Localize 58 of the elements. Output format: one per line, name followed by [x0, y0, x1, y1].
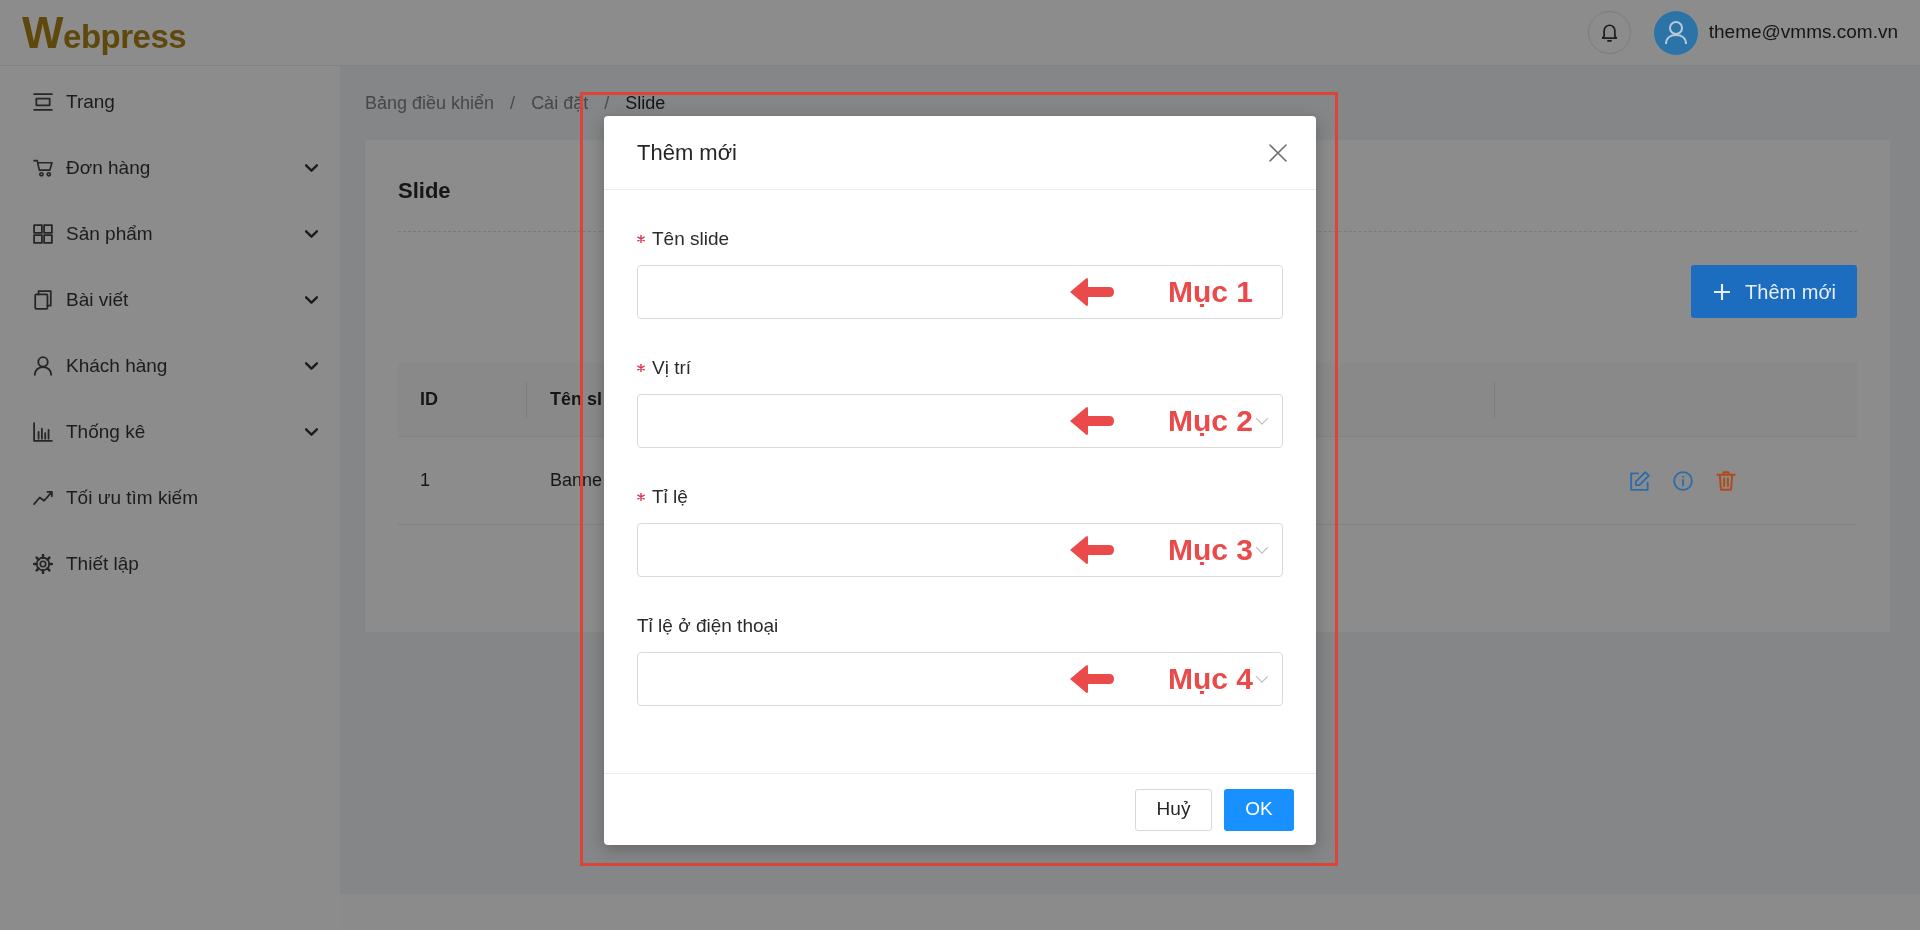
user-menu[interactable]: theme@vmms.com.vn	[1653, 10, 1898, 55]
cart-icon	[33, 158, 53, 178]
left-arrow-icon	[1068, 406, 1114, 436]
sidebar-item[interactable]: Đơn hàng	[0, 135, 340, 201]
modal-title: Thêm mới	[637, 139, 737, 167]
select-field[interactable]	[637, 523, 1283, 577]
chevron-down-icon	[305, 428, 318, 436]
select-field[interactable]	[637, 394, 1283, 448]
left-arrow-icon	[1068, 535, 1114, 565]
layout-icon	[33, 92, 53, 112]
annotation-label: Mục 3	[1167, 535, 1253, 565]
logo: Webpress	[22, 10, 187, 55]
breadcrumb-separator: /	[510, 91, 516, 115]
field-label: Tỉ lệ ở điện thoại	[637, 613, 779, 638]
field-label: Tên slide	[652, 226, 730, 251]
sidebar-item[interactable]: Thiết lập	[0, 531, 340, 597]
chevron-down-icon	[305, 230, 318, 238]
sidebar-item[interactable]: Tối ưu tìm kiếm	[0, 465, 340, 531]
field-label: Vị trí	[652, 355, 692, 380]
plus-icon	[1714, 283, 1731, 300]
annotation-label: Mục 4	[1167, 664, 1253, 694]
card-title: Slide	[398, 177, 451, 205]
breadcrumb-separator: /	[604, 91, 610, 115]
field-label: Tỉ lệ	[652, 484, 688, 509]
breadcrumb-item[interactable]: Bảng điều khiển	[365, 89, 495, 117]
cancel-button[interactable]: Huỷ	[1135, 788, 1212, 831]
trend-line-icon	[33, 488, 53, 508]
chevron-down-icon	[305, 164, 318, 172]
avatar-icon	[1653, 10, 1698, 55]
ok-button[interactable]: OK	[1224, 788, 1294, 831]
select-field[interactable]	[637, 652, 1283, 706]
left-arrow-icon	[1068, 664, 1114, 694]
chevron-down-icon	[305, 296, 318, 304]
chevron-down-icon	[1256, 417, 1268, 425]
bar-chart-icon	[33, 422, 53, 442]
grid-icon	[33, 224, 53, 244]
sidebar-item[interactable]: Thống kê	[0, 399, 340, 465]
add-button[interactable]: Thêm mới	[1691, 265, 1857, 318]
user-icon	[33, 356, 53, 376]
annotation-label: Mục 1	[1167, 277, 1253, 307]
chevron-down-icon	[305, 362, 318, 370]
document-icon	[33, 290, 53, 310]
table-cell-text: 1	[420, 469, 430, 492]
text-input[interactable]	[637, 265, 1283, 319]
breadcrumb-item[interactable]: Slide	[625, 89, 666, 117]
sidebar-item[interactable]: Sản phẩm	[0, 201, 340, 267]
column-header: ID	[420, 388, 438, 411]
close-icon[interactable]	[1269, 143, 1287, 162]
bell-icon	[1601, 23, 1617, 42]
sidebar-item[interactable]: Trang	[0, 69, 340, 135]
chevron-down-icon	[1256, 675, 1268, 683]
left-arrow-icon	[1068, 277, 1114, 307]
settings-icon	[33, 554, 53, 574]
sidebar-item[interactable]: Bài viết	[0, 267, 340, 333]
chevron-down-icon	[1256, 546, 1268, 554]
column-header: Tên sl	[550, 388, 602, 411]
annotation-label: Mục 2	[1167, 406, 1253, 436]
sidebar-item[interactable]: Khách hàng	[0, 333, 340, 399]
